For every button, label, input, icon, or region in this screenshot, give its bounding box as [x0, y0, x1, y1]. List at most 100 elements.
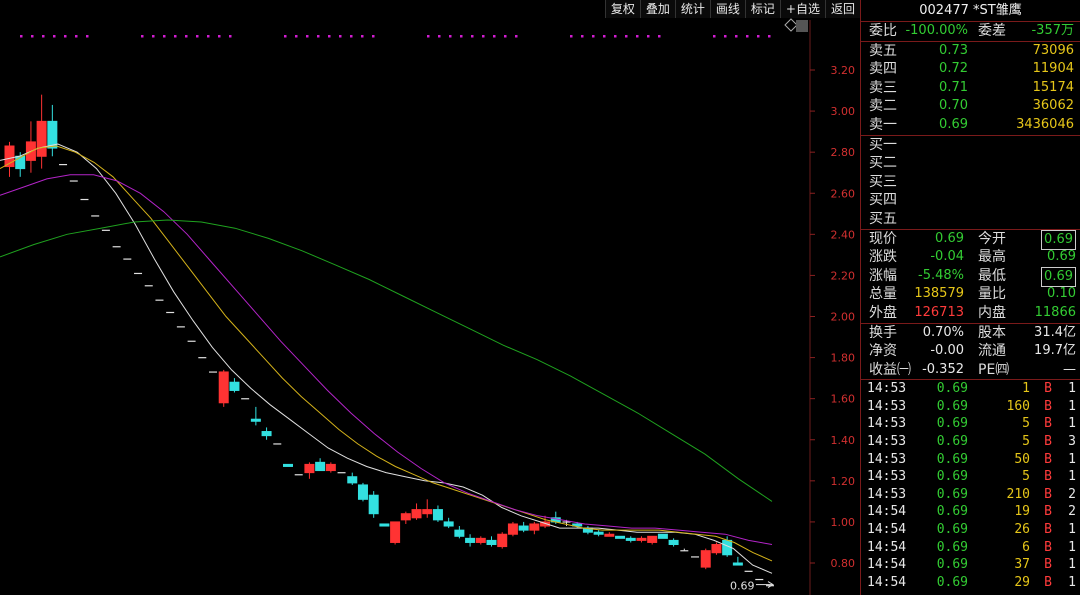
ask-row: 卖四 0.72 11904: [861, 60, 1080, 79]
y-tick-label: 1.00: [831, 516, 856, 529]
marker-dot: [361, 35, 364, 38]
tick-list[interactable]: 14:53 0.69 1 B 1 14:53 0.69 160 B 1 14:53 0.69 5 B 1 14…: [861, 379, 1080, 591]
ask-price: 0.70: [939, 98, 968, 114]
quote-value2: 0.69: [1047, 249, 1076, 265]
marker-dot: [482, 35, 485, 38]
candle-body: [732, 562, 743, 566]
tick-price: 0.69: [936, 381, 968, 397]
tick-time: 14:53: [867, 416, 907, 432]
y-tick-label: 2.60: [831, 187, 856, 200]
tick-volume: 210: [1006, 486, 1030, 502]
marker-dot: [471, 35, 474, 38]
marker-dot: [317, 35, 320, 38]
tick-count: 1: [1068, 522, 1076, 538]
candle-body: [357, 484, 368, 500]
candle-body: [529, 523, 540, 531]
window-icon[interactable]: [796, 20, 808, 32]
toolbar-button-3[interactable]: 画线: [709, 0, 745, 18]
tick-count: 1: [1068, 398, 1076, 414]
quote-value2: 0.69: [1041, 266, 1076, 288]
tick-time: 14:54: [867, 574, 907, 590]
tick-time: 14:53: [867, 398, 907, 414]
info-label2: 股本: [978, 324, 1006, 341]
info-value2: 31.4亿: [1034, 324, 1076, 340]
tick-volume: 6: [1022, 539, 1030, 555]
marker-dot: [581, 35, 584, 38]
tick-time: 14:53: [867, 451, 907, 467]
diamond-icon[interactable]: [784, 18, 798, 32]
marker-dot: [20, 35, 23, 38]
tick-time: 14:54: [867, 539, 907, 555]
candle-body: [390, 521, 401, 543]
candle-body: [337, 472, 346, 474]
quote-row: 涨跌 -0.04 最高 0.69: [861, 248, 1080, 267]
quote-value: -5.48%: [918, 267, 964, 283]
marker-dot: [724, 35, 727, 38]
y-tick-label: 2.80: [831, 146, 856, 159]
info-value: -0.00: [930, 343, 964, 359]
candle-body: [15, 155, 26, 170]
quote-label2: 量比: [978, 286, 1006, 303]
y-tick-label: 2.40: [831, 228, 856, 241]
tick-price: 0.69: [936, 539, 968, 555]
ma-line-3: [0, 219, 773, 502]
bid-row: 买一: [861, 136, 1080, 155]
quote-row: 外盘 126713 内盘 11866: [861, 304, 1080, 323]
tick-price: 0.69: [936, 451, 968, 467]
toolbar-button-5[interactable]: +自选: [779, 0, 825, 18]
tick-row: 14:54 0.69 19 B 2: [861, 503, 1080, 521]
quote-value2: 0.69: [1041, 229, 1076, 251]
weicha-value: -357万: [1031, 23, 1074, 38]
marker-dot: [713, 35, 716, 38]
toolbar-button-6[interactable]: 返回: [824, 0, 860, 18]
ask-price: 0.71: [939, 79, 968, 95]
tick-volume: 5: [1022, 434, 1030, 450]
info-label: 换手: [869, 324, 897, 341]
ask-row: 卖五 0.73 73096: [861, 42, 1080, 61]
marker-dot: [647, 35, 650, 38]
marker-dot: [592, 35, 595, 38]
marker-dot: [185, 35, 188, 38]
kline-chart[interactable]: 3.20 3.00 2.80 2.60 2.40 2.20 2.00 1.80 1.60 1.40…: [0, 0, 860, 595]
tick-time: 14:53: [867, 469, 907, 485]
marker-dot: [86, 35, 89, 38]
marker-dot: [196, 35, 199, 38]
tick-price: 0.69: [936, 398, 968, 414]
tick-volume: 37: [1014, 557, 1030, 573]
info-value: -0.352: [922, 361, 964, 377]
ask-price: 0.69: [939, 116, 968, 132]
tick-side: B: [1044, 522, 1052, 538]
toolbar-button-4[interactable]: 标记: [744, 0, 780, 18]
bid-label: 买三: [869, 173, 897, 190]
candle-body: [315, 461, 326, 472]
tick-count: 1: [1068, 557, 1076, 573]
candle-body: [711, 544, 722, 554]
tick-time: 14:54: [867, 504, 907, 520]
info-label2: 流通: [978, 343, 1006, 360]
quote-label: 总量: [869, 286, 897, 303]
quote-label2: 今开: [978, 230, 1006, 247]
tick-row: 14:53 0.69 160 B 1: [861, 398, 1080, 416]
tick-side: B: [1044, 434, 1052, 450]
info-value: 0.70%: [922, 324, 964, 340]
candle-body: [465, 537, 476, 543]
tick-time: 14:53: [867, 434, 907, 450]
toolbar-button-1[interactable]: 叠加: [639, 0, 675, 18]
tick-row: 14:54 0.69 6 B 1: [861, 539, 1080, 557]
toolbar-button-0[interactable]: 复权: [604, 0, 640, 18]
bid-book: 买一 买二 买三 买四 买五: [861, 134, 1080, 229]
tick-count: 1: [1068, 451, 1076, 467]
marker-dot: [658, 35, 661, 38]
candle-body: [744, 570, 753, 572]
kline-svg[interactable]: 3.20 3.00 2.80 2.60 2.40 2.20 2.00 1.80 1.60 1.40…: [0, 0, 860, 595]
marker-dot: [306, 35, 309, 38]
quote-panel: 002477 *ST雏鹰 委比 -100.00% 委差 -357万 卖五 0.73…: [860, 0, 1080, 595]
toolbar-button-2[interactable]: 统计: [674, 0, 710, 18]
quote-summary: 现价 0.69 今开 0.69 涨跌 -0.04 最高 0.69 涨幅 -5.48% 最低 0.69 总…: [861, 228, 1080, 323]
ask-volume: 11904: [1032, 61, 1074, 77]
quote-label: 现价: [869, 230, 897, 247]
marker-dot: [207, 35, 210, 38]
candle-body: [636, 537, 647, 541]
tick-side: B: [1044, 557, 1052, 573]
quote-label2: 最低: [978, 267, 1006, 284]
